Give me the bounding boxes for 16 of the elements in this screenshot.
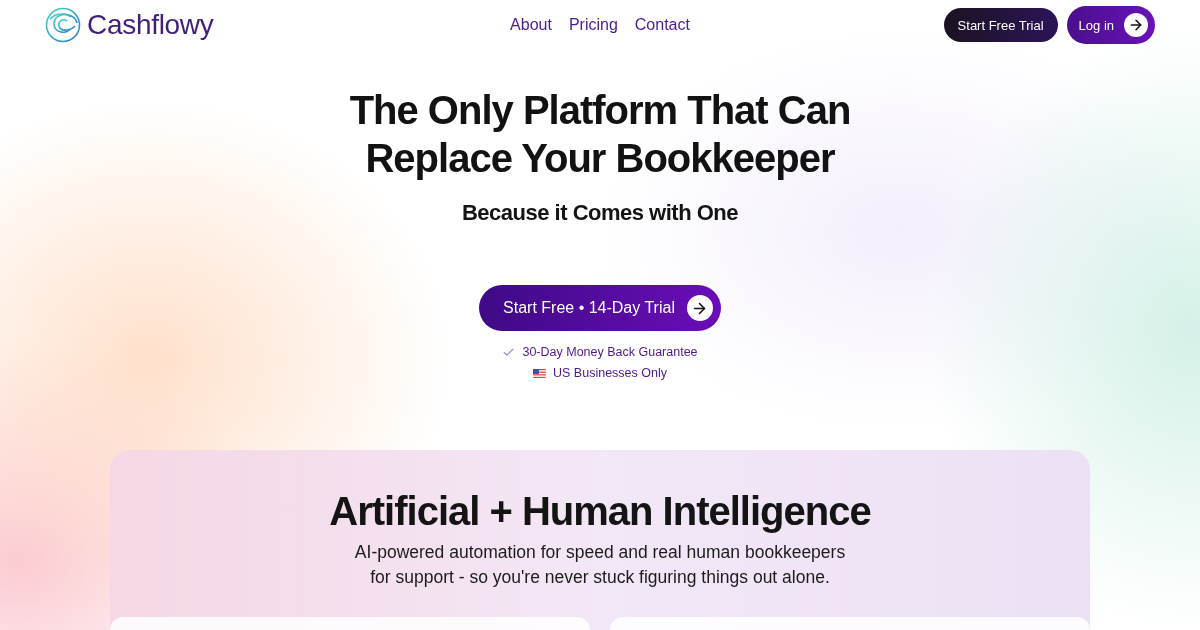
badge-text: 30-Day Money Back Guarantee bbox=[522, 345, 698, 359]
logo-swirl-icon bbox=[45, 7, 81, 43]
cta-button[interactable]: Start Free • 14-Day Trial bbox=[479, 285, 721, 331]
nav-link[interactable]: Pricing bbox=[568, 16, 618, 34]
section-title: Artificial + Human Intelligence bbox=[329, 488, 871, 534]
logo[interactable]: Cashflowy bbox=[45, 7, 214, 43]
start-trial-button[interactable]: Start Free Trial bbox=[943, 8, 1058, 42]
nav-link[interactable]: Contact bbox=[634, 16, 690, 34]
login-button[interactable]: Log in bbox=[1066, 6, 1155, 44]
badge-text: US Businesses Only bbox=[553, 366, 667, 380]
hero-title: The Only Platform That Can Replace Your Bookkeeper bbox=[349, 87, 851, 182]
us-flag-icon bbox=[533, 368, 547, 378]
hero-subtitle: Because it Comes with One bbox=[462, 200, 738, 226]
section-description: AI-powered automation for speed and real human bookkeepers for support - so you're never stuck figuring things out alone. bbox=[354, 541, 846, 589]
logo-text: Cashflowy bbox=[87, 9, 214, 41]
nav-link[interactable]: About bbox=[510, 16, 552, 34]
